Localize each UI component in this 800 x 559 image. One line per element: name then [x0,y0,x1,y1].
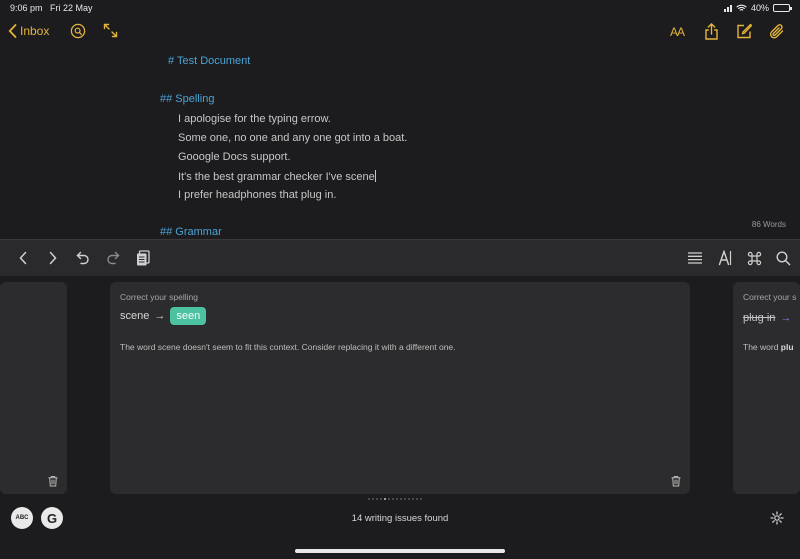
expand-button[interactable] [103,23,118,38]
trash-icon[interactable] [47,475,59,487]
suggestion-card-current[interactable]: Correct your spelling scene → seen The w… [110,282,690,494]
redo-button[interactable] [104,249,122,267]
issues-count: 14 writing issues found [351,513,449,524]
top-navigation: Inbox AA [0,16,800,50]
command-button[interactable] [745,249,763,267]
gear-icon[interactable] [770,511,784,525]
attach-button[interactable] [769,23,785,40]
description-bold: plu [780,342,794,352]
status-date: Fri 22 May [50,3,93,13]
page-dot [408,498,410,500]
page-dot [380,498,382,500]
suggestion-card-previous[interactable] [0,282,67,494]
redo-icon [107,251,120,265]
page-dot [412,498,414,500]
page-dot [392,498,394,500]
chevron-left-icon [19,251,27,265]
document-line: Some one, no one and any one got into a … [178,132,408,144]
suggestion-label: Correct your s [743,292,797,302]
text-caret [374,170,376,182]
text-size-label: AA [670,25,685,39]
editor-toolbar [0,239,800,276]
share-button[interactable] [704,23,719,40]
undo-icon [76,251,89,265]
arrow-icon: → [780,312,792,324]
page-dot [388,498,390,500]
clipboard-button[interactable] [134,249,152,267]
document-line: Gooogle Docs support. [178,151,291,163]
compose-icon [737,23,752,39]
accept-suggestion-button[interactable]: seen [170,307,207,325]
chevron-left-icon [8,24,17,38]
status-right: 40% [723,3,792,13]
document-line-text: It's the best grammar checker I've scene [178,171,375,183]
battery-percent: 40% [750,3,769,13]
status-bar: 9:06 pm Fri 22 May 40% [0,0,800,16]
suggestions-panel: Correct your spelling scene → seen The w… [0,276,800,559]
page-dot [376,498,378,500]
paperclip-icon [769,24,784,39]
lines-icon [688,252,702,264]
word-count: 86 Words [751,220,786,229]
compose-button[interactable] [736,23,752,39]
signal-icon [723,4,732,12]
suggestion-label: Correct your spelling [120,292,198,302]
expand-arrows-icon [103,23,118,38]
page-dot [372,498,374,500]
share-icon [705,23,718,40]
list-format-button[interactable] [686,249,704,267]
suggestion-card-next[interactable]: Correct your s plug in → The word plu [733,282,800,494]
status-time: 9:06 pm [10,3,43,13]
original-word: scene [120,310,150,322]
battery-icon [773,4,792,12]
description-start: The word [743,342,781,352]
document-line: I prefer headphones that plug in. [178,189,337,201]
page-dot [396,498,398,500]
document-title: # Test Document [168,55,251,67]
next-button[interactable] [44,249,62,267]
suggestion-description: The word scene doesn't seem to fit this … [120,342,456,352]
page-dot [368,498,370,500]
status-time-date: 9:06 pm Fri 22 May [10,3,93,13]
find-button[interactable] [774,249,792,267]
home-indicator[interactable] [295,549,505,553]
document-editor[interactable]: # Test Document ## Spelling I apologise … [0,50,800,239]
chevron-right-icon [49,251,57,265]
original-phrase: plug in [743,312,776,324]
page-dot [400,498,402,500]
undo-button[interactable] [74,249,92,267]
spelling-heading: ## Spelling [160,93,215,105]
suggestion-row: scene → seen [120,307,207,325]
page-dot [420,498,422,500]
search-icon [70,23,86,39]
page-indicator[interactable] [368,498,422,500]
back-label: Inbox [20,24,50,38]
trash-icon[interactable] [670,475,682,487]
text-format-icon [718,250,732,266]
text-size-button[interactable]: AA [670,25,685,39]
wifi-icon [736,4,747,11]
grammar-heading: ## Grammar [160,226,222,238]
back-to-inbox-button[interactable]: Inbox [8,24,49,38]
suggestion-description: The word plu [743,342,794,352]
arrow-icon: → [154,310,166,322]
page-dot [384,498,386,500]
search-icon [775,250,790,265]
search-button[interactable] [70,23,86,39]
suggestion-row: plug in → [743,312,791,324]
document-line-with-caret: It's the best grammar checker I've scene [178,170,376,183]
page-dot [404,498,406,500]
text-format-button[interactable] [716,249,734,267]
page-dot [416,498,418,500]
clipboard-icon [137,250,150,266]
document-line: I apologise for the typing errow. [178,113,331,125]
bottom-bar: ABC G 14 writing issues found [0,502,800,532]
command-icon [747,251,761,265]
previous-button[interactable] [14,249,32,267]
